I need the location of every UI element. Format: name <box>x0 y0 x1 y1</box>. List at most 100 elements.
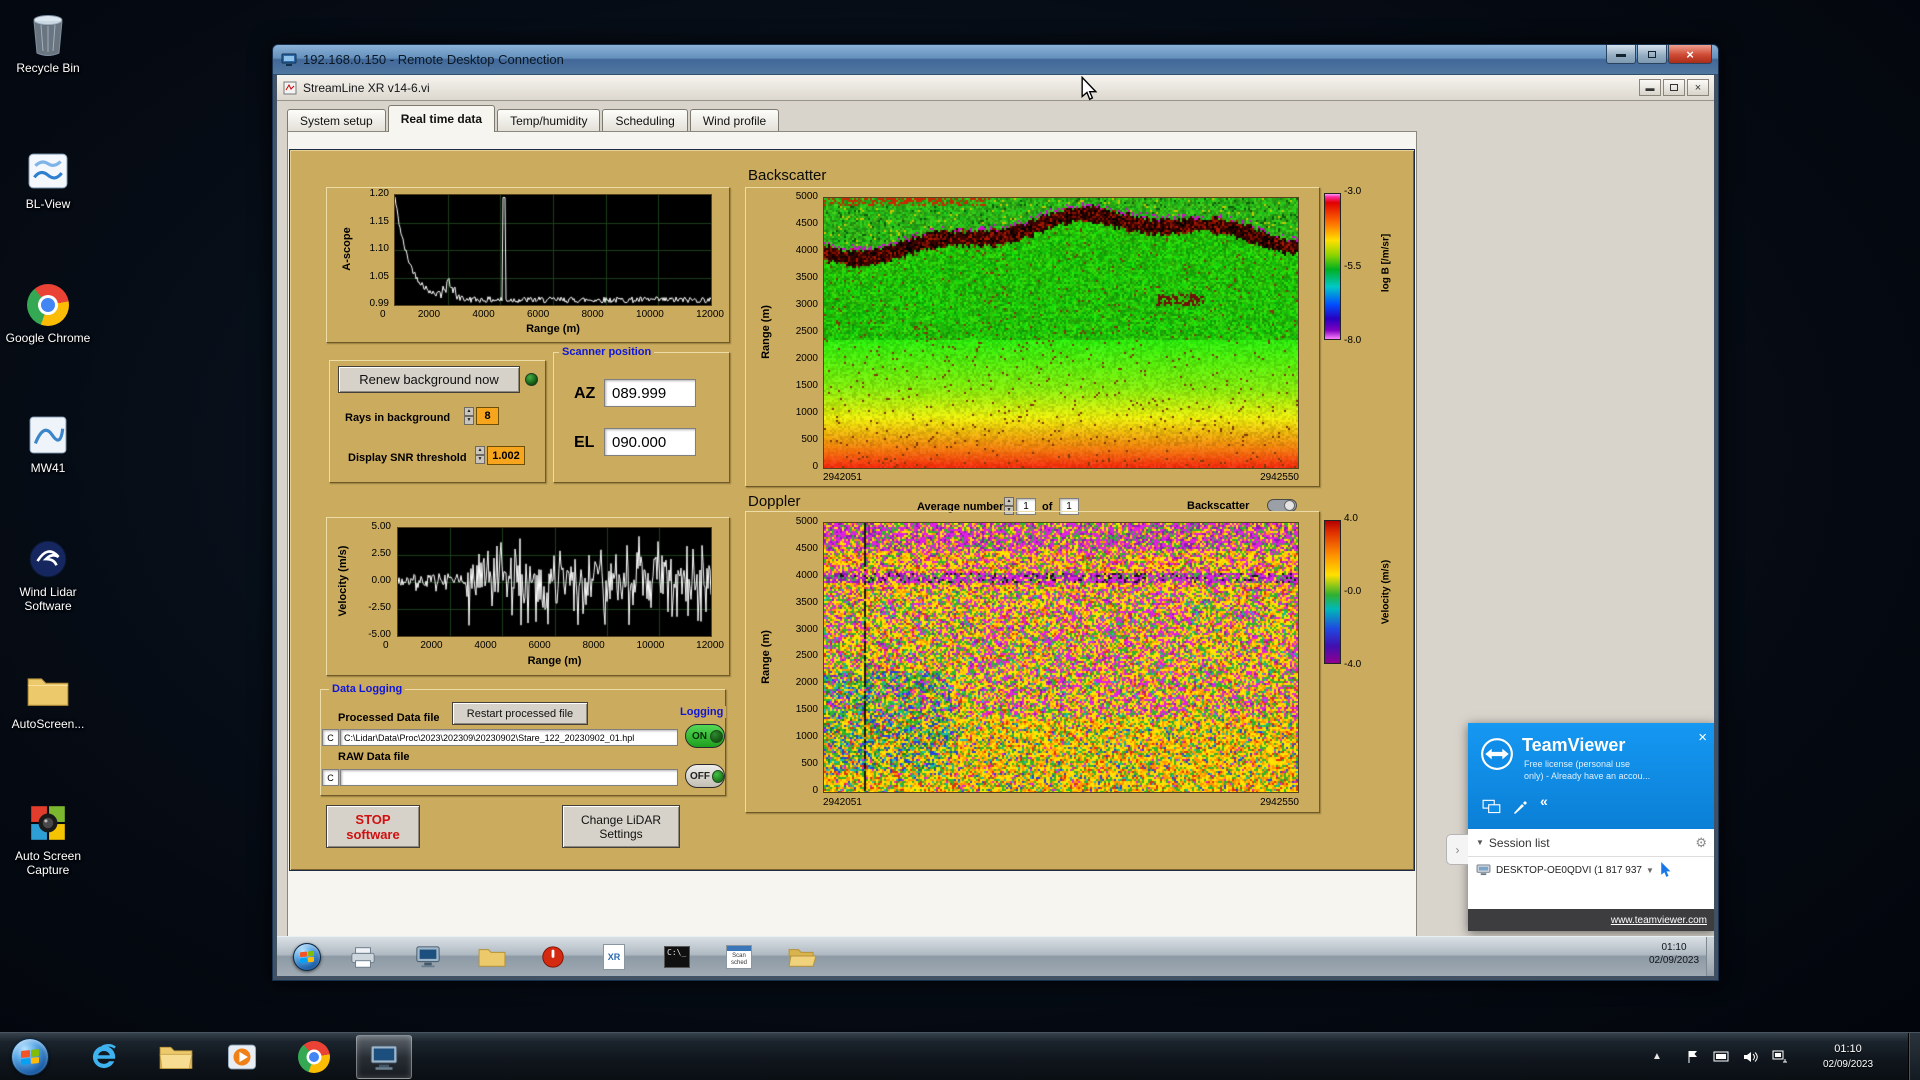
desktop-icon-wind-lidar[interactable]: Wind Lidar Software <box>0 536 96 613</box>
snr-spinner[interactable]: ▲ ▼ <box>475 446 485 464</box>
ascope-chart-group: A-scope 1.20 1.15 1.10 1.05 0.99 0 2000 … <box>326 187 730 343</box>
tray-rdp-icon[interactable] <box>1712 1048 1730 1066</box>
rdp-restore-button[interactable] <box>1637 45 1667 64</box>
processed-logging-toggle[interactable]: ON <box>685 724 725 748</box>
taskbar-icon-remote-desktop-active[interactable] <box>356 1035 412 1079</box>
processed-path-field[interactable] <box>340 729 678 746</box>
rays-spinner[interactable]: ▲ ▼ <box>464 407 474 425</box>
raw-logging-toggle[interactable]: OFF <box>685 764 725 788</box>
session-list-header[interactable]: ▼ Session list ⚙ <box>1468 829 1714 857</box>
desktop-icon-autoscreen[interactable]: AutoScreen... <box>0 668 96 731</box>
app-close-button[interactable]: × <box>1687 79 1709 96</box>
y-tick: 0 <box>812 784 818 796</box>
desktop-icon-mw41[interactable]: MW41 <box>0 412 96 475</box>
doppler-heatmap <box>823 522 1299 793</box>
teamviewer-collapse-tab[interactable]: › <box>1446 834 1468 865</box>
y-tick: 500 <box>801 434 818 445</box>
tab-temp-humidity[interactable]: Temp/humidity <box>497 109 601 132</box>
az-label: AZ <box>574 385 596 402</box>
rays-value[interactable]: 8 <box>476 407 499 425</box>
host-taskbar: ▲ 01:10 02/09/2023 <box>0 1032 1920 1080</box>
monitors-icon[interactable] <box>1482 799 1502 818</box>
app-icon <box>283 81 297 95</box>
raw-drive-selector[interactable]: C <box>322 769 339 786</box>
data-logging-cluster: Data Logging Processed Data file Restart… <box>320 683 727 796</box>
remote-show-desktop-button[interactable] <box>1706 937 1714 976</box>
desktop-icon-auto-screen-capture[interactable]: Auto Screen Capture <box>0 800 96 877</box>
desktop-icon-label: Auto Screen Capture <box>14 849 82 877</box>
desktop-icon-bl-view[interactable]: BL-View <box>0 148 96 211</box>
taskbar-icon-chrome[interactable] <box>290 1035 338 1079</box>
y-tick: 5000 <box>795 516 818 527</box>
remote-taskbar-icon-power[interactable] <box>535 940 571 974</box>
y-tick: 1.20 <box>369 188 389 199</box>
tab-real-time-data[interactable]: Real time data <box>387 105 496 132</box>
velocity-canvas <box>398 528 711 636</box>
app-restore-button[interactable] <box>1663 79 1685 96</box>
y-tick: 3500 <box>795 596 818 608</box>
remote-taskbar-icon-folder-open[interactable] <box>784 940 820 974</box>
change-lidar-settings-button[interactable]: Change LiDAR Settings <box>562 805 680 848</box>
el-value-field[interactable]: 090.000 <box>604 428 696 456</box>
doppler-map-group: Range (m) 5000 4500 4000 3500 3000 2500 … <box>745 511 1320 813</box>
app-minimize-button[interactable]: ▬ <box>1639 79 1661 96</box>
y-tick: -5.00 <box>368 629 391 640</box>
az-value-field[interactable]: 089.999 <box>604 379 696 407</box>
dropdown-arrow-icon[interactable]: ▼ <box>1646 866 1654 875</box>
tab-wind-profile[interactable]: Wind profile <box>689 109 780 132</box>
desktop-icon-google-chrome[interactable]: Google Chrome <box>0 282 96 345</box>
remote-taskbar-icon-scan-sched[interactable]: Scan sched <box>721 940 757 974</box>
processed-drive-selector[interactable]: C <box>322 729 339 746</box>
desktop-icon-recycle-bin[interactable]: Recycle Bin <box>0 12 96 75</box>
toggle-knob <box>710 729 723 743</box>
rdp-title-bar[interactable]: 192.168.0.150 - Remote Desktop Connectio… <box>273 45 1718 75</box>
collapse-chevrons-icon[interactable]: « <box>1540 793 1548 809</box>
tray-network-icon[interactable] <box>1771 1048 1789 1066</box>
app-title-bar[interactable]: StreamLine XR v14-6.vi ▬ × <box>277 75 1714 101</box>
snr-value[interactable]: 1.002 <box>487 446 525 465</box>
taskbar-icon-internet-explorer[interactable] <box>80 1035 128 1079</box>
raw-path-field[interactable] <box>340 769 678 786</box>
restart-processed-file-button[interactable]: Restart processed file <box>452 702 588 725</box>
y-tick: 5.00 <box>371 521 391 532</box>
labview-front-panel: Backscatter A-scope 1.20 1.15 1.10 1.05 … <box>289 149 1415 871</box>
gear-icon[interactable]: ⚙ <box>1695 835 1707 851</box>
show-desktop-button[interactable] <box>1908 1033 1920 1080</box>
x-tick: 4000 <box>474 640 497 651</box>
session-list-item[interactable]: DESKTOP-OE0QDVI (1 817 937 ▼ <box>1468 857 1714 883</box>
remote-start-button[interactable] <box>289 940 325 974</box>
remote-taskbar-icon-console[interactable]: C:\_ <box>659 940 695 974</box>
x-tick: 8000 <box>582 640 605 651</box>
remote-taskbar-icon-xr-doc[interactable]: XR <box>596 940 632 974</box>
teamviewer-url-link[interactable]: www.teamviewer.com <box>1611 915 1707 926</box>
doppler-colorbar-ticks: 4.0 -0.0 -4.0 <box>1344 514 1370 670</box>
remote-taskbar-icon-folder[interactable] <box>474 940 510 974</box>
rdp-close-button[interactable]: × <box>1668 45 1712 64</box>
renew-background-button[interactable]: Renew background now <box>338 366 520 393</box>
teamviewer-close-icon[interactable]: × <box>1698 729 1707 746</box>
backscatter-heatmap <box>823 197 1299 469</box>
stop-software-button[interactable]: STOP software <box>326 805 420 848</box>
rdp-minimize-button[interactable]: ▬ <box>1606 45 1636 64</box>
pencil-icon[interactable] <box>1512 799 1528 818</box>
remote-clock[interactable]: 01:10 02/09/2023 <box>1639 941 1709 967</box>
y-tick: 3000 <box>795 623 818 635</box>
tab-system-setup[interactable]: System setup <box>287 109 386 132</box>
taskbar-clock[interactable]: 01:10 02/09/2023 <box>1800 1042 1896 1072</box>
desktop-icon-label: BL-View <box>25 197 71 211</box>
teamviewer-panel: TeamViewer Free license (personal use on… <box>1468 723 1714 931</box>
connect-cursor-icon[interactable] <box>1660 862 1671 878</box>
y-tick: 1000 <box>795 407 818 418</box>
tray-expand-icon[interactable]: ▲ <box>1652 1051 1662 1062</box>
start-button[interactable] <box>6 1035 54 1079</box>
taskbar-icon-explorer[interactable] <box>152 1035 200 1079</box>
teamviewer-header: TeamViewer Free license (personal use on… <box>1468 723 1714 829</box>
x-tick: 12000 <box>696 640 724 651</box>
tab-strip: System setup Real time data Temp/humidit… <box>287 105 781 132</box>
tray-flag-icon[interactable] <box>1684 1048 1702 1066</box>
taskbar-icon-media-player[interactable] <box>218 1035 266 1079</box>
remote-taskbar-icon-monitor[interactable] <box>410 940 446 974</box>
remote-taskbar-icon-printer[interactable] <box>345 940 381 974</box>
tab-scheduling[interactable]: Scheduling <box>602 109 688 132</box>
tray-speaker-icon[interactable] <box>1741 1048 1759 1066</box>
